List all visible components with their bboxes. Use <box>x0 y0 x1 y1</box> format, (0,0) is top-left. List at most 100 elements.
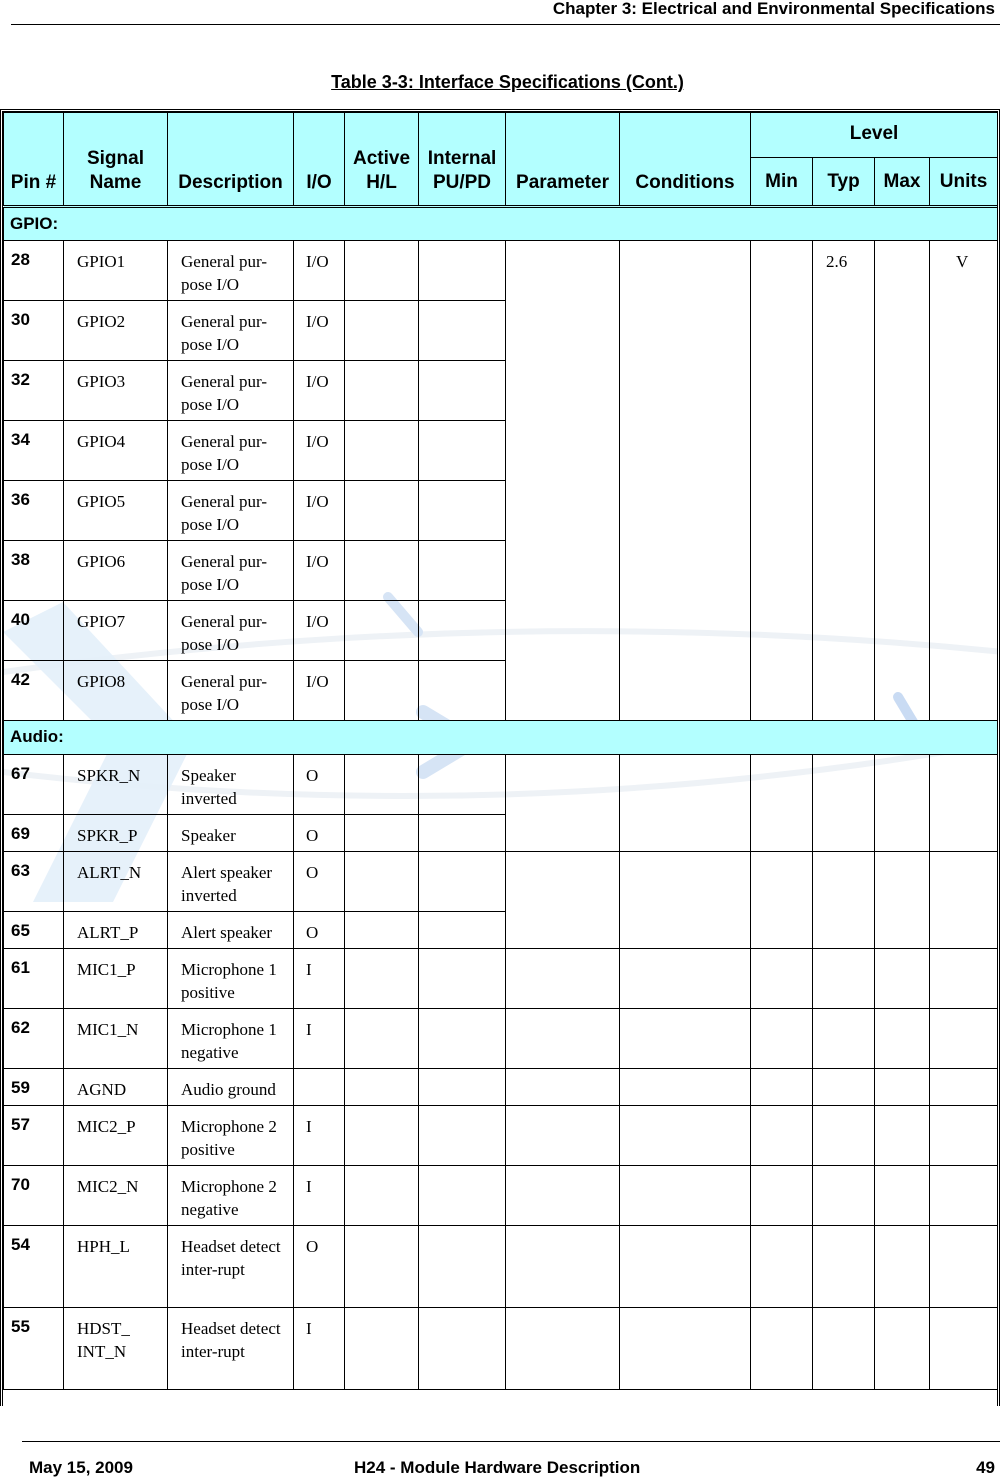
header-description: Description <box>167 112 294 208</box>
internal-pull <box>418 1307 506 1390</box>
pin-number: 36 <box>3 480 64 541</box>
pin-number: 34 <box>3 420 64 481</box>
internal-pull <box>418 1008 506 1069</box>
pin-number: 55 <box>3 1307 64 1390</box>
level-units <box>928 1225 997 1308</box>
pin-number: 59 <box>3 1068 64 1106</box>
parameter <box>505 1105 620 1166</box>
table-row: 59 AGND Audio ground <box>3 1068 997 1106</box>
io-direction: I <box>293 1105 345 1166</box>
description: General pur-pose I/O <box>167 480 294 541</box>
table-row: 62 MIC1_N Microphone 1 negative I <box>3 1008 997 1069</box>
signal-name: GPIO2 <box>63 300 168 361</box>
active-level <box>344 300 419 361</box>
description: General pur-pose I/O <box>167 420 294 481</box>
io-direction: I <box>293 1165 345 1226</box>
level-max <box>874 1008 930 1069</box>
parameter <box>505 754 620 852</box>
active-level <box>344 1225 419 1308</box>
level-min <box>750 851 813 949</box>
parameter <box>505 1068 620 1106</box>
level-typ <box>812 1307 875 1390</box>
level-min <box>750 1068 813 1106</box>
header-min: Min <box>750 157 813 208</box>
active-level <box>344 1068 419 1106</box>
level-min <box>750 1307 813 1390</box>
level-typ <box>812 851 875 949</box>
signal-name: HDST_ INT_N <box>63 1307 168 1390</box>
active-level <box>344 600 419 661</box>
section-audio: Audio: <box>3 720 997 755</box>
conditions <box>619 240 751 721</box>
signal-name: ALRT_N <box>63 851 168 912</box>
level-units <box>928 1307 997 1390</box>
signal-name: SPKR_P <box>63 814 168 852</box>
level-max <box>874 1105 930 1166</box>
level-units <box>928 1165 997 1226</box>
signal-name: HPH_L <box>63 1225 168 1308</box>
internal-pull <box>418 240 506 301</box>
conditions <box>619 1307 751 1390</box>
io-direction: I <box>293 1307 345 1390</box>
io-direction: I/O <box>293 240 345 301</box>
description: Alert speaker <box>167 911 294 949</box>
description: Microphone 1 negative <box>167 1008 294 1069</box>
level-max <box>874 240 930 721</box>
io-direction: I/O <box>293 360 345 421</box>
footer-document-title: H24 - Module Hardware Description <box>354 1458 641 1477</box>
description: General pur-pose I/O <box>167 360 294 421</box>
internal-pull <box>418 911 506 949</box>
table-row: 54 HPH_L Headset detect inter-rupt O <box>3 1225 997 1308</box>
signal-name: ALRT_P <box>63 911 168 949</box>
signal-name: MIC1_P <box>63 948 168 1009</box>
active-level <box>344 480 419 541</box>
level-min <box>750 240 813 721</box>
table-row: 57 MIC2_P Microphone 2 positive I <box>3 1105 997 1166</box>
level-min <box>750 1008 813 1069</box>
description: Microphone 2 positive <box>167 1105 294 1166</box>
header-pin: Pin # <box>3 112 64 208</box>
pin-number: 70 <box>3 1165 64 1226</box>
signal-name: AGND <box>63 1068 168 1106</box>
level-max <box>874 1068 930 1106</box>
header-max: Max <box>874 157 930 208</box>
pin-number: 30 <box>3 300 64 361</box>
internal-pull <box>418 540 506 601</box>
conditions <box>619 1105 751 1166</box>
active-level <box>344 660 419 721</box>
active-level <box>344 420 419 481</box>
header-typ: Typ <box>812 157 875 208</box>
description: Microphone 1 positive <box>167 948 294 1009</box>
level-min <box>750 1225 813 1308</box>
conditions <box>619 851 751 949</box>
parameter <box>505 1165 620 1226</box>
level-max <box>874 1225 930 1308</box>
table-row: 61 MIC1_P Microphone 1 positive I <box>3 948 997 1009</box>
level-units: V <box>928 240 997 721</box>
io-direction: I <box>293 1008 345 1069</box>
footer-date: May 15, 2009 <box>29 1458 133 1477</box>
level-typ <box>812 1068 875 1106</box>
header-signal-name: Signal Name <box>63 112 168 208</box>
spec-table-container: Pin # Signal Name Description I/O Active… <box>0 109 1000 1406</box>
io-direction: I/O <box>293 420 345 481</box>
active-level <box>344 948 419 1009</box>
header-units: Units <box>928 157 997 208</box>
level-typ <box>812 1165 875 1226</box>
pin-number: 38 <box>3 540 64 601</box>
io-direction: O <box>293 851 345 912</box>
internal-pull <box>418 600 506 661</box>
description: General pur-pose I/O <box>167 240 294 301</box>
description: Headset detect inter-rupt <box>167 1225 294 1308</box>
description: Microphone 2 negative <box>167 1165 294 1226</box>
level-max <box>874 948 930 1009</box>
active-level <box>344 240 419 301</box>
pin-number: 28 <box>3 240 64 301</box>
description: Speaker <box>167 814 294 852</box>
conditions <box>619 1225 751 1308</box>
parameter <box>505 1225 620 1308</box>
io-direction: I/O <box>293 540 345 601</box>
pin-number: 42 <box>3 660 64 721</box>
active-level <box>344 911 419 949</box>
pin-number: 69 <box>3 814 64 852</box>
